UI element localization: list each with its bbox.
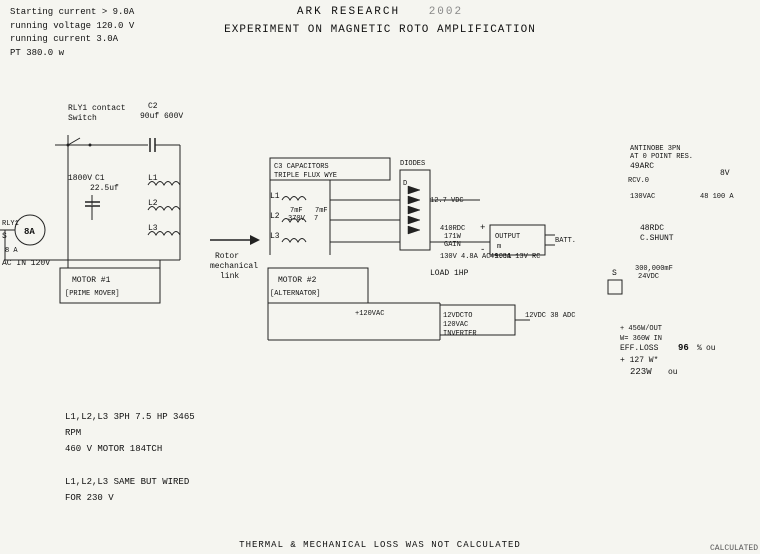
svg-text:24VDC: 24VDC: [638, 273, 659, 281]
svg-text:RCV.0: RCV.0: [628, 177, 649, 185]
svg-text:[ALTERNATOR]: [ALTERNATOR]: [270, 290, 320, 298]
spec-line1: Starting current > 9.0A: [10, 6, 134, 20]
svg-text:7: 7: [314, 215, 318, 223]
svg-text:49ARC: 49ARC: [630, 162, 654, 171]
svg-text:+120VAC: +120VAC: [355, 310, 384, 318]
spec-wired-line2: FOR 230 V: [65, 490, 195, 506]
svg-text:BATT.: BATT.: [555, 237, 576, 245]
svg-text:+ 127 W*: + 127 W*: [620, 356, 658, 365]
svg-text:+: +: [480, 223, 485, 233]
header-title: ARK RESEARCH 2002: [297, 0, 463, 18]
c2-label: C2: [148, 102, 158, 111]
spec-line4: PT 380.0 w: [10, 47, 134, 61]
spec-wired-line1: L1,L2,L3 SAME BUT WIRED: [65, 474, 195, 490]
spec-motor-line1: L1,L2,L3 3PH 7.5 HP 3465: [65, 409, 195, 425]
rly1-label: RLY1 contact: [68, 104, 126, 113]
header-year: 2002: [429, 6, 463, 18]
svg-text:L2: L2: [270, 212, 280, 221]
switch-label: Switch: [68, 114, 97, 123]
svg-text:[PRIME MOVER]: [PRIME MOVER]: [65, 290, 120, 298]
spec-motor-line2: RPM: [65, 425, 195, 441]
svg-text:22.5uf: 22.5uf: [90, 184, 119, 193]
bottom-notice: THERMAL & MECHANICAL LOSS WAS NOT CALCUL…: [0, 540, 760, 550]
svg-text:L3: L3: [270, 232, 280, 241]
svg-text:48RDC: 48RDC: [640, 224, 664, 233]
svg-text:S: S: [612, 269, 617, 278]
c2-value: 90uf 600V: [140, 112, 183, 121]
svg-text:7mF: 7mF: [315, 207, 328, 215]
svg-text:12.7 VDC: 12.7 VDC: [430, 197, 464, 205]
svg-text:+ 456W/OUT: + 456W/OUT: [620, 325, 662, 333]
bottom-specs: L1,L2,L3 3PH 7.5 HP 3465 RPM 460 V MOTOR…: [65, 409, 195, 506]
svg-text:TRIPLE FLUX WYE: TRIPLE FLUX WYE: [274, 172, 337, 180]
svg-text:EFF.LOSS: EFF.LOSS: [620, 344, 659, 353]
svg-text:C3 CAPACITORS: C3 CAPACITORS: [274, 163, 329, 171]
spec-line3: running current 3.0A: [10, 33, 134, 47]
svg-text:mechanical: mechanical: [210, 262, 258, 271]
ark-research-label: ARK RESEARCH: [297, 6, 400, 18]
svg-text:INVERTER: INVERTER: [443, 330, 477, 338]
svg-text:W= 360W IN: W= 360W IN: [620, 335, 662, 343]
svg-text:m: m: [497, 243, 501, 251]
svg-text:12VDC 38 ADC: 12VDC 38 ADC: [525, 312, 575, 320]
c1-value: C1: [95, 174, 105, 183]
svg-text:AT 0 POINT RES.: AT 0 POINT RES.: [630, 153, 693, 161]
svg-text:120VAC: 120VAC: [443, 321, 468, 329]
svg-text:LOAD 1HP: LOAD 1HP: [430, 269, 469, 278]
svg-text:ANTINOBE 3PN: ANTINOBE 3PN: [630, 145, 680, 153]
svg-text:ou: ou: [706, 344, 716, 353]
svg-text:96: 96: [678, 343, 689, 353]
svg-text:410RDC: 410RDC: [440, 225, 465, 233]
svg-text:%: %: [697, 344, 702, 353]
svg-text:RLY1: RLY1: [2, 220, 19, 228]
svg-text:Rotor: Rotor: [215, 252, 239, 261]
svg-text:D: D: [403, 180, 407, 188]
page: Starting current > 9.0A running voltage …: [0, 0, 760, 554]
svg-text:8 A: 8 A: [5, 247, 18, 255]
svg-text:OUTPUT: OUTPUT: [495, 233, 520, 241]
top-specs: Starting current > 9.0A running voltage …: [10, 6, 134, 60]
svg-text:223W: 223W: [630, 367, 652, 377]
svg-text:8A: 8A: [24, 227, 35, 237]
svg-text:L1: L1: [270, 192, 280, 201]
svg-text:DIODES: DIODES: [400, 160, 425, 168]
svg-text:12VDCTO: 12VDCTO: [443, 312, 472, 320]
c1-label: 1800V: [68, 174, 92, 183]
svg-text:48 100 A: 48 100 A: [700, 193, 734, 201]
spec-line2: running voltage 120.0 V: [10, 20, 134, 34]
svg-text:171W: 171W: [444, 233, 462, 241]
svg-text:MOTOR #2: MOTOR #2: [278, 276, 317, 285]
svg-text:49.8A 13V RC: 49.8A 13V RC: [490, 253, 540, 261]
spec-motor-line3: 460 V MOTOR 184TCH: [65, 441, 195, 457]
svg-text:8V: 8V: [720, 169, 730, 178]
svg-text:ou: ou: [668, 368, 678, 377]
svg-text:MOTOR #1: MOTOR #1: [72, 276, 111, 285]
svg-text:7mF: 7mF: [290, 207, 303, 215]
calculated-label: CALCULATED: [708, 543, 760, 554]
svg-text:C.SHUNT: C.SHUNT: [640, 234, 674, 243]
svg-text:130VAC: 130VAC: [630, 193, 655, 201]
svg-text:300,000mF: 300,000mF: [635, 265, 673, 273]
svg-text:link: link: [220, 272, 239, 281]
